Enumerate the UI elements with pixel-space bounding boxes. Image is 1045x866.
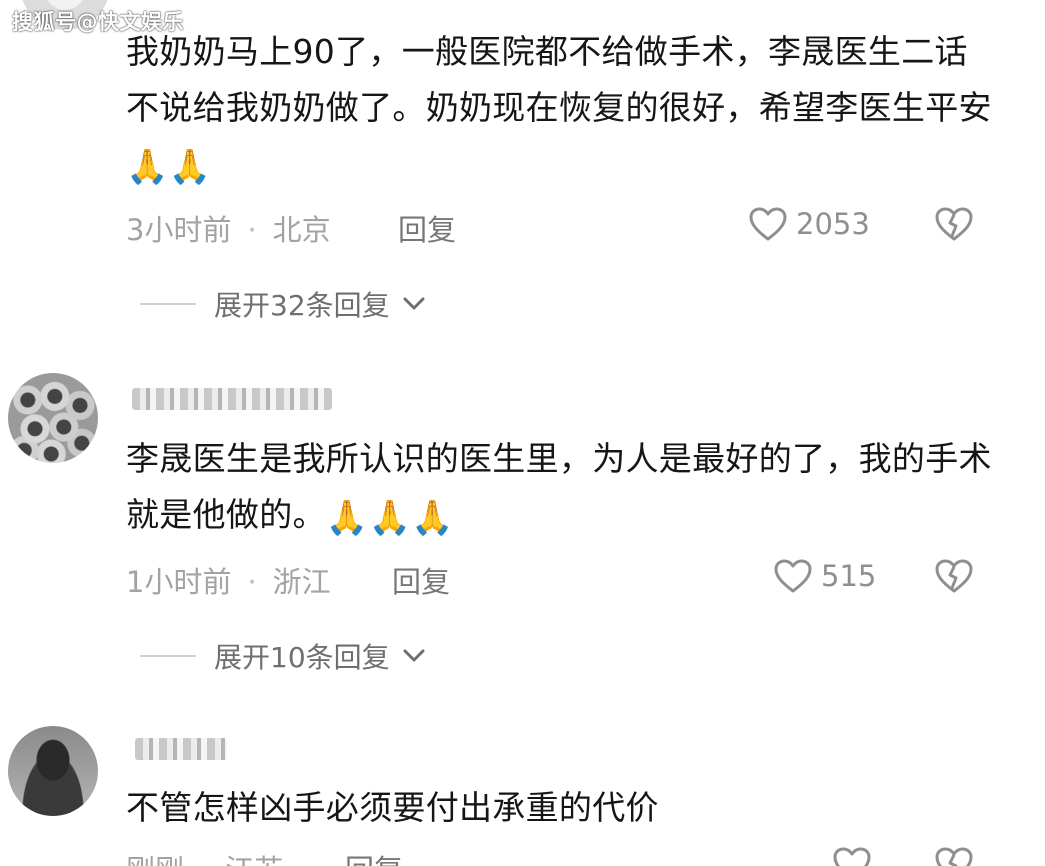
watermark: 搜狐号@快文娱乐 — [12, 10, 184, 34]
folded-hands-emoji: 🙏🙏🙏 — [325, 498, 454, 538]
reply-button[interactable]: 回复 — [345, 847, 403, 866]
comment-time: 1小时前 — [126, 565, 232, 599]
broken-heart-icon[interactable] — [934, 558, 974, 594]
expand-replies[interactable]: 展开10条回复 — [140, 636, 426, 676]
comment-meta: 3小时前 · 北京 — [126, 207, 331, 249]
heart-outline-icon — [773, 558, 813, 594]
comment-text: 我奶奶马上90了，一般医院都不给做手术，李晟医生二话不说给我奶奶做了。奶奶现在恢… — [126, 32, 992, 187]
broken-heart-icon[interactable] — [934, 846, 974, 866]
broken-heart-icon[interactable] — [934, 206, 974, 242]
comment-meta: 刚刚 · 江苏 — [126, 847, 283, 866]
chevron-down-icon — [402, 296, 426, 312]
username[interactable] — [132, 388, 332, 410]
heart-outline-icon — [748, 206, 788, 242]
like-count: 2053 — [796, 207, 870, 241]
meta-separator: · — [247, 565, 257, 599]
comment-feed: 搜狐号@快文娱乐 我奶奶马上90了，一般医院都不给做手术，李晟医生二话不说给我奶… — [0, 0, 1045, 866]
divider-line — [140, 655, 196, 657]
avatar[interactable] — [8, 373, 98, 463]
like-button[interactable]: 2053 — [748, 206, 870, 242]
comment-time: 3小时前 — [126, 213, 232, 247]
comment-location: 北京 — [272, 213, 331, 247]
username[interactable] — [135, 738, 227, 760]
comment-text: 不管怎样凶手必须要付出承重的代价 — [126, 788, 659, 827]
chevron-down-icon — [402, 648, 426, 664]
expand-replies-label: 展开32条回复 — [214, 289, 390, 322]
avatar[interactable] — [8, 726, 98, 816]
expand-replies-label: 展开10条回复 — [214, 641, 390, 674]
reply-button[interactable]: 回复 — [398, 207, 456, 249]
comment-text: 李晟医生是我所认识的医生里，为人是最好的了，我的手术就是他做的。🙏🙏🙏 — [126, 439, 992, 538]
comment-time: 刚刚 — [126, 853, 184, 866]
expand-replies[interactable]: 展开32条回复 — [140, 284, 426, 324]
divider-line — [140, 303, 196, 305]
heart-outline-icon[interactable] — [832, 846, 872, 866]
comment-meta: 1小时前 · 浙江 — [126, 559, 331, 601]
meta-separator: · — [200, 853, 209, 866]
comment-location: 浙江 — [272, 565, 331, 599]
folded-hands-emoji: 🙏🙏 — [126, 147, 212, 187]
reply-button[interactable]: 回复 — [392, 559, 450, 601]
like-button[interactable]: 515 — [773, 558, 876, 594]
comment-location: 江苏 — [225, 853, 283, 866]
like-count: 515 — [821, 559, 877, 593]
meta-separator: · — [247, 213, 257, 247]
